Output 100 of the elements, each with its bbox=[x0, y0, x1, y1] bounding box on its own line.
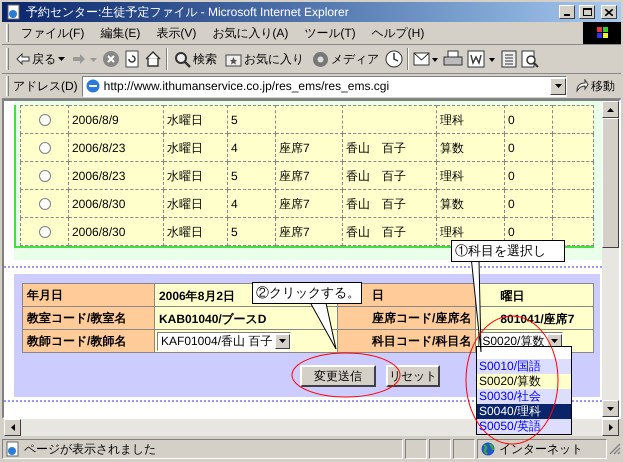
table-cell: 4 bbox=[228, 134, 276, 162]
field-label: 科目コード/科目名 bbox=[338, 330, 476, 352]
table-cell: 水曜日 bbox=[164, 190, 228, 218]
resize-grip-icon[interactable] bbox=[609, 443, 621, 455]
caret-icon bbox=[58, 57, 65, 61]
table-cell: 水曜日 bbox=[164, 134, 228, 162]
down-arrow-icon bbox=[607, 406, 614, 410]
table-cell: 水曜日 bbox=[164, 218, 228, 246]
menu-item[interactable]: ツール(T) bbox=[296, 22, 364, 44]
scroll-up-button[interactable] bbox=[602, 101, 619, 118]
go-button[interactable]: 移動 bbox=[571, 76, 619, 96]
dropdown-option[interactable]: S0010/国語 bbox=[477, 359, 571, 374]
table-cell: 水曜日 bbox=[164, 162, 228, 190]
globe-icon bbox=[481, 442, 495, 456]
minimize-icon bbox=[564, 14, 570, 16]
home-icon[interactable] bbox=[144, 50, 162, 68]
table-cell: 理科 bbox=[436, 162, 504, 190]
dropdown-option[interactable]: S0020/算数 bbox=[477, 374, 571, 389]
field-label: 教師コード/教師名 bbox=[22, 330, 154, 352]
dropdown-arrow-button[interactable] bbox=[275, 334, 290, 348]
radio-button[interactable] bbox=[38, 198, 50, 210]
table-cell: 水曜日 bbox=[164, 106, 228, 134]
table-cell: 座席7 bbox=[276, 218, 342, 246]
table-cell: 0 bbox=[504, 190, 552, 218]
dropdown-arrow-button[interactable] bbox=[550, 78, 566, 94]
back-arrow-icon bbox=[16, 53, 30, 65]
close-button[interactable] bbox=[601, 5, 617, 19]
table-cell: 4 bbox=[228, 190, 276, 218]
scroll-thumb[interactable] bbox=[602, 118, 619, 248]
table-cell: 算数 bbox=[436, 190, 504, 218]
table-cell: 2006/8/23 bbox=[68, 162, 164, 190]
mail-icon[interactable] bbox=[413, 50, 439, 68]
maximize-button[interactable] bbox=[579, 5, 595, 19]
menu-item[interactable]: 表示(V) bbox=[148, 22, 204, 44]
table-cell: 0 bbox=[504, 162, 552, 190]
menu-item[interactable]: 編集(E) bbox=[92, 22, 148, 44]
dropdown-option[interactable]: S0030/社会 bbox=[477, 389, 571, 404]
minimize-button[interactable] bbox=[559, 5, 575, 19]
right-arrow-icon bbox=[608, 424, 612, 431]
field-label: 年月日 bbox=[22, 284, 154, 306]
table-cell: 5 bbox=[228, 162, 276, 190]
table-cell: 5 bbox=[228, 218, 276, 246]
flag-logo-icon bbox=[583, 22, 621, 44]
left-arrow-icon bbox=[10, 424, 14, 431]
search-icon bbox=[174, 50, 191, 68]
dropdown-option[interactable]: S0040/理科 bbox=[477, 404, 571, 419]
menu-item[interactable]: ファイル(F) bbox=[13, 22, 92, 44]
caret-icon bbox=[554, 84, 562, 88]
radio-button[interactable] bbox=[38, 170, 50, 182]
submit-button[interactable]: 変更送信 bbox=[300, 365, 376, 387]
curved-arrow-icon bbox=[575, 79, 589, 93]
media-button[interactable]: メディア bbox=[310, 47, 381, 71]
dropdown-select[interactable]: KAF01004/香山 百子 bbox=[157, 332, 292, 350]
field-label: 教室コード/教室名 bbox=[22, 306, 154, 330]
back-button[interactable]: 戻る bbox=[13, 47, 68, 71]
table-cell: 2006/8/23 bbox=[68, 134, 164, 162]
preview-icon[interactable] bbox=[521, 50, 539, 68]
address-field[interactable]: http://www.ithumanservice.co.jp/res_ems/res_ems.cgi bbox=[82, 76, 567, 96]
search-button[interactable]: 検索 bbox=[172, 47, 219, 71]
table-cell: 理科 bbox=[436, 106, 504, 134]
print-icon[interactable] bbox=[443, 50, 463, 68]
window-title: 予約センター:生徒予定ファイル - Microsoft Internet Explorer bbox=[26, 4, 350, 21]
dropdown-list[interactable]: S0010/国語 S0020/算数 S0030/社会 S0040/理科 S0050/英語 bbox=[476, 346, 572, 435]
scroll-right-button[interactable] bbox=[602, 419, 619, 436]
refresh-icon[interactable] bbox=[124, 50, 140, 68]
radio-button[interactable] bbox=[38, 142, 50, 154]
scroll-left-button[interactable] bbox=[4, 419, 21, 436]
edit-icon[interactable] bbox=[467, 50, 497, 68]
favorites-button[interactable]: お気に入り bbox=[223, 47, 306, 71]
callout: ②クリックする。 bbox=[252, 282, 362, 304]
reset-button[interactable]: リセット bbox=[386, 365, 440, 387]
menu-item[interactable]: お気に入り(A) bbox=[204, 22, 296, 44]
callout-pointer bbox=[310, 303, 337, 350]
table-cell: 香山 百子 bbox=[342, 162, 436, 190]
scroll-down-button[interactable] bbox=[602, 400, 619, 417]
radio-button[interactable] bbox=[38, 114, 50, 126]
close-icon bbox=[605, 8, 613, 16]
table-cell: 座席7 bbox=[276, 134, 342, 162]
table-cell: 座席7 bbox=[276, 190, 342, 218]
dropdown-option[interactable]: S0050/英語 bbox=[477, 419, 571, 434]
address-label: アドレス(D) bbox=[13, 78, 78, 95]
field-label: 座席コード/座席名 bbox=[338, 306, 476, 330]
menu-item[interactable]: ヘルプ(H) bbox=[364, 22, 432, 44]
star-folder-icon bbox=[225, 52, 242, 66]
table-cell: 5 bbox=[228, 106, 276, 134]
disc-icon bbox=[312, 50, 329, 68]
status-text: ページが表示されました bbox=[24, 441, 156, 458]
status-pane bbox=[453, 439, 475, 459]
table-cell: 2006/8/9 bbox=[68, 106, 164, 134]
document-icon[interactable] bbox=[501, 50, 517, 68]
status-pane bbox=[429, 439, 451, 459]
vertical-scrollbar[interactable] bbox=[602, 101, 619, 417]
radio-button[interactable] bbox=[38, 226, 50, 238]
table-cell: 算数 bbox=[436, 134, 504, 162]
caret-icon bbox=[551, 339, 558, 343]
table-cell: 0 bbox=[504, 106, 552, 134]
history-icon[interactable] bbox=[385, 50, 403, 68]
table-cell: 2006/8/30 bbox=[68, 190, 164, 218]
status-pane bbox=[405, 439, 427, 459]
zone-text: インターネット bbox=[499, 441, 583, 458]
